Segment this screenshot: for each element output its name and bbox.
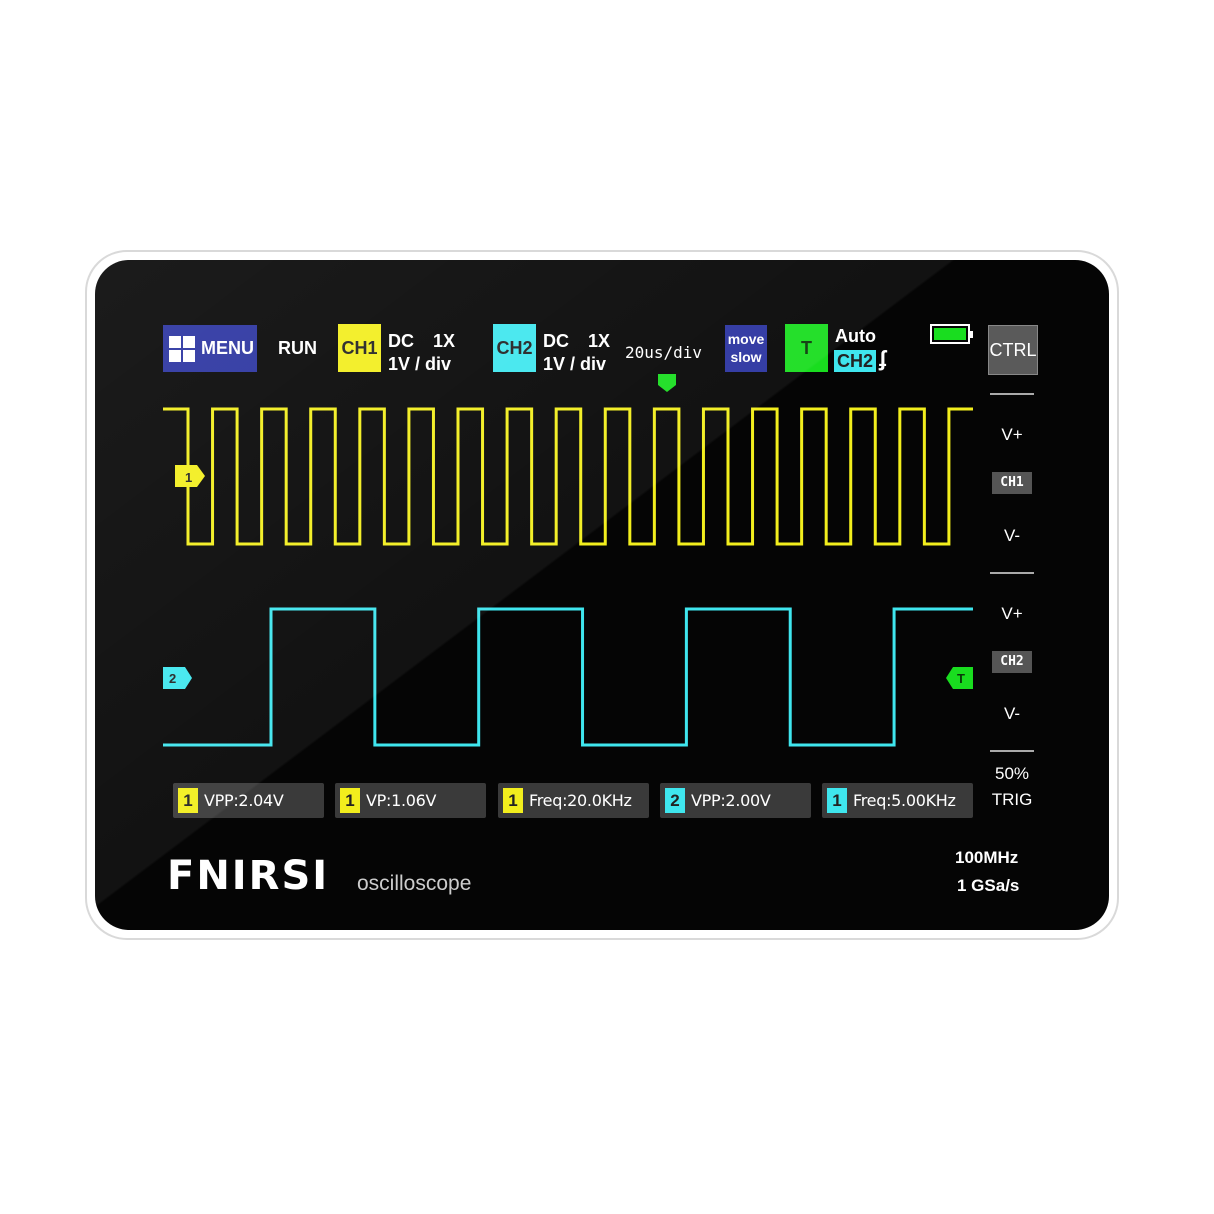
- move-label: move: [727, 331, 765, 347]
- measurement-value: VP:1.06V: [366, 791, 437, 810]
- move-speed-button[interactable]: move slow: [725, 325, 767, 372]
- measurement-item[interactable]: 1 VPP:2.04V: [173, 783, 324, 818]
- ch2-side-label: CH2: [992, 651, 1032, 673]
- measurement-value: VPP:2.00V: [691, 791, 771, 810]
- oscilloscope-screen: 1 2 T MENU RUN CH1 DC 1X 1V / div CH2 DC…: [95, 260, 1109, 930]
- ch2-v-plus-button[interactable]: V+: [990, 604, 1034, 624]
- ch1-side-label: CH1: [992, 472, 1032, 494]
- menu-button[interactable]: MENU: [163, 325, 257, 372]
- measurement-item[interactable]: 1 Freq:5.00KHz: [822, 783, 973, 818]
- ch1-button[interactable]: CH1: [338, 324, 381, 372]
- ch1-waveform: [163, 407, 973, 546]
- sample-rate-spec: 1 GSa/s: [957, 876, 1020, 895]
- side-divider: [990, 572, 1034, 574]
- ch2-button[interactable]: CH2: [493, 324, 536, 372]
- ch1-marker-label: 1: [185, 470, 192, 485]
- speed-label: slow: [730, 349, 762, 365]
- ch2-marker-label: 2: [169, 671, 176, 686]
- ch2-level-marker[interactable]: [163, 667, 192, 689]
- rising-edge-icon[interactable]: ʄ: [879, 346, 886, 372]
- ch1-probe: 1X: [433, 331, 456, 351]
- measurement-item[interactable]: 2 VPP:2.00V: [660, 783, 811, 818]
- ch1-v-minus-button[interactable]: V-: [990, 526, 1034, 546]
- measurement-value: Freq:20.0KHz: [529, 791, 632, 810]
- trigger-marker-label: T: [957, 671, 965, 686]
- side-divider: [990, 750, 1034, 752]
- timebase-readout[interactable]: 20us/div: [625, 343, 702, 362]
- ch1-scale: 1V / div: [388, 354, 452, 374]
- menu-grid-icon: [169, 335, 195, 362]
- side-divider: [990, 393, 1034, 395]
- run-status[interactable]: RUN: [278, 338, 317, 359]
- ch1-v-plus-button[interactable]: V+: [990, 425, 1034, 445]
- trigger-50-percent-button[interactable]: 50%: [990, 764, 1034, 784]
- ch2-scale: 1V / div: [543, 354, 607, 374]
- bandwidth-spec: 100MHz: [955, 848, 1019, 867]
- measurement-item[interactable]: 1 VP:1.06V: [335, 783, 486, 818]
- ch2-probe: 1X: [588, 331, 611, 351]
- ch2-coupling: DC: [543, 331, 569, 351]
- trigger-source[interactable]: CH2: [834, 350, 876, 372]
- trigger-button[interactable]: T: [785, 324, 828, 372]
- battery-level: [934, 328, 966, 340]
- measurement-channel-badge: 1: [340, 788, 360, 813]
- battery-icon: [930, 324, 973, 344]
- measurement-value: VPP:2.04V: [204, 791, 284, 810]
- measurement-channel-badge: 1: [178, 788, 198, 813]
- measurement-channel-badge: 2: [665, 788, 685, 813]
- trig-label[interactable]: TRIG: [990, 790, 1034, 810]
- trigger-position-marker[interactable]: [658, 374, 676, 392]
- measurement-channel-badge: 1: [503, 788, 523, 813]
- ch2-waveform: [163, 607, 973, 747]
- ch1-coupling: DC: [388, 331, 414, 351]
- ch2-v-minus-button[interactable]: V-: [990, 704, 1034, 724]
- menu-label: MENU: [201, 338, 254, 358]
- measurement-item[interactable]: 1 Freq:20.0KHz: [498, 783, 649, 818]
- measurement-channel-badge: 1: [827, 788, 847, 813]
- trigger-mode[interactable]: Auto: [835, 326, 876, 347]
- product-name: oscilloscope: [357, 872, 472, 895]
- fnirsi-logo: FNIRSI: [167, 853, 330, 899]
- measurement-value: Freq:5.00KHz: [853, 791, 956, 810]
- ctrl-button[interactable]: CTRL: [988, 325, 1038, 375]
